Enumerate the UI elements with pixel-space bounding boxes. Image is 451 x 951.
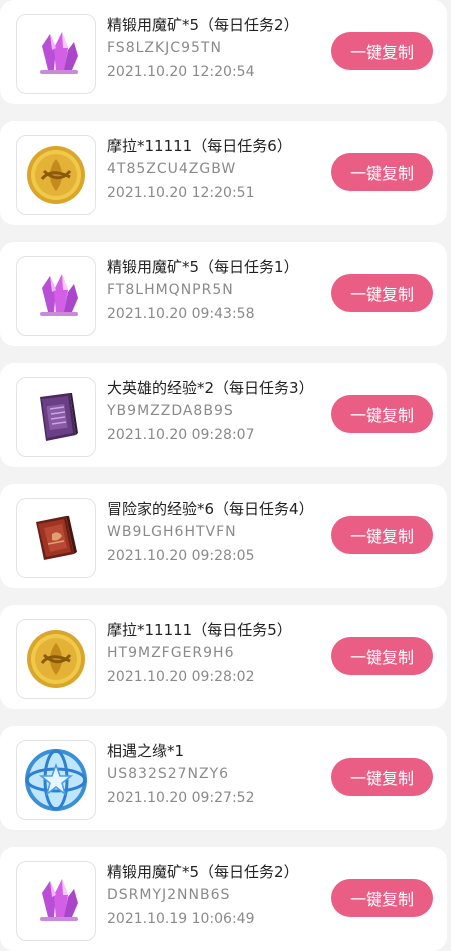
- timestamp: 2021.10.20 12:20:51: [107, 185, 255, 201]
- item-title: 大英雄的经验*2（每日任务3）: [107, 379, 314, 397]
- copy-button[interactable]: 一键复制: [331, 637, 433, 675]
- item-title: 冒险家的经验*6（每日任务4）: [107, 500, 314, 518]
- copy-button[interactable]: 一键复制: [331, 879, 433, 917]
- copy-button[interactable]: 一键复制: [331, 274, 433, 312]
- list-item: 大英雄的经验*2（每日任务3） YB9MZZDA8B9S 2021.10.20 …: [0, 363, 447, 467]
- item-title: 相遇之缘*1: [107, 742, 185, 760]
- list-item: 摩拉*11111（每日任务6） 4T85ZCU4ZGBW 2021.10.20 …: [0, 121, 447, 225]
- item-title: 精锻用魔矿*5（每日任务2）: [107, 863, 299, 881]
- crystal-icon: [40, 274, 78, 316]
- item-thumbnail: [16, 619, 96, 699]
- list-item: 冒险家的经验*6（每日任务4） WB9LGH6HTVFN 2021.10.20 …: [0, 484, 447, 588]
- list-item: 精锻用魔矿*5（每日任务2） DSRMYJ2NNB6S 2021.10.19 1…: [0, 847, 447, 951]
- item-title: 精锻用魔矿*5（每日任务2）: [107, 16, 299, 34]
- hero-wit-book-icon: [40, 393, 78, 441]
- timestamp: 2021.10.20 09:28:05: [107, 548, 255, 564]
- redeem-code: FT8LHMQNPR5N: [107, 282, 234, 298]
- redeem-code: US832S27NZY6: [107, 766, 230, 782]
- timestamp: 2021.10.20 09:27:52: [107, 790, 255, 806]
- redeem-code: HT9MZFGER9H6: [107, 645, 235, 661]
- list-item: 相遇之缘*1 US832S27NZY6 2021.10.20 09:27:52 …: [0, 726, 447, 830]
- item-thumbnail: [16, 498, 96, 578]
- timestamp: 2021.10.20 09:28:07: [107, 427, 255, 443]
- mora-coin-icon: [27, 630, 85, 688]
- redeem-code: FS8LZKJC95TN: [107, 40, 222, 56]
- timestamp: 2021.10.20 12:20:54: [107, 64, 255, 80]
- list-item: 摩拉*11111（每日任务5） HT9MZFGER9H6 2021.10.20 …: [0, 605, 447, 709]
- list-item: 精锻用魔矿*5（每日任务1） FT8LHMQNPR5N 2021.10.20 0…: [0, 242, 447, 346]
- item-thumbnail: [16, 740, 96, 820]
- crystal-icon: [40, 879, 78, 921]
- copy-button[interactable]: 一键复制: [331, 395, 433, 433]
- item-thumbnail: [16, 377, 96, 457]
- copy-button[interactable]: 一键复制: [331, 758, 433, 796]
- mora-coin-icon: [27, 146, 85, 204]
- adventurer-exp-book-icon: [36, 516, 77, 560]
- copy-button[interactable]: 一键复制: [331, 153, 433, 191]
- acquaint-fate-icon: [25, 749, 87, 811]
- redeem-code-list: 精锻用魔矿*5（每日任务2） FS8LZKJC95TN 2021.10.20 1…: [0, 0, 451, 951]
- timestamp: 2021.10.20 09:43:58: [107, 306, 255, 322]
- copy-button[interactable]: 一键复制: [331, 32, 433, 70]
- redeem-code: DSRMYJ2NNB6S: [107, 887, 231, 903]
- redeem-code: YB9MZZDA8B9S: [107, 403, 234, 419]
- item-title: 精锻用魔矿*5（每日任务1）: [107, 258, 299, 276]
- list-item: 精锻用魔矿*5（每日任务2） FS8LZKJC95TN 2021.10.20 1…: [0, 0, 447, 104]
- item-title: 摩拉*11111（每日任务6）: [107, 137, 292, 155]
- redeem-code: WB9LGH6HTVFN: [107, 524, 237, 540]
- timestamp: 2021.10.19 10:06:49: [107, 911, 255, 927]
- item-title: 摩拉*11111（每日任务5）: [107, 621, 292, 639]
- item-thumbnail: [16, 256, 96, 336]
- redeem-code: 4T85ZCU4ZGBW: [107, 161, 237, 177]
- crystal-icon: [40, 32, 78, 74]
- item-thumbnail: [16, 135, 96, 215]
- item-thumbnail: [16, 861, 96, 941]
- copy-button[interactable]: 一键复制: [331, 516, 433, 554]
- timestamp: 2021.10.20 09:28:02: [107, 669, 255, 685]
- item-thumbnail: [16, 14, 96, 94]
